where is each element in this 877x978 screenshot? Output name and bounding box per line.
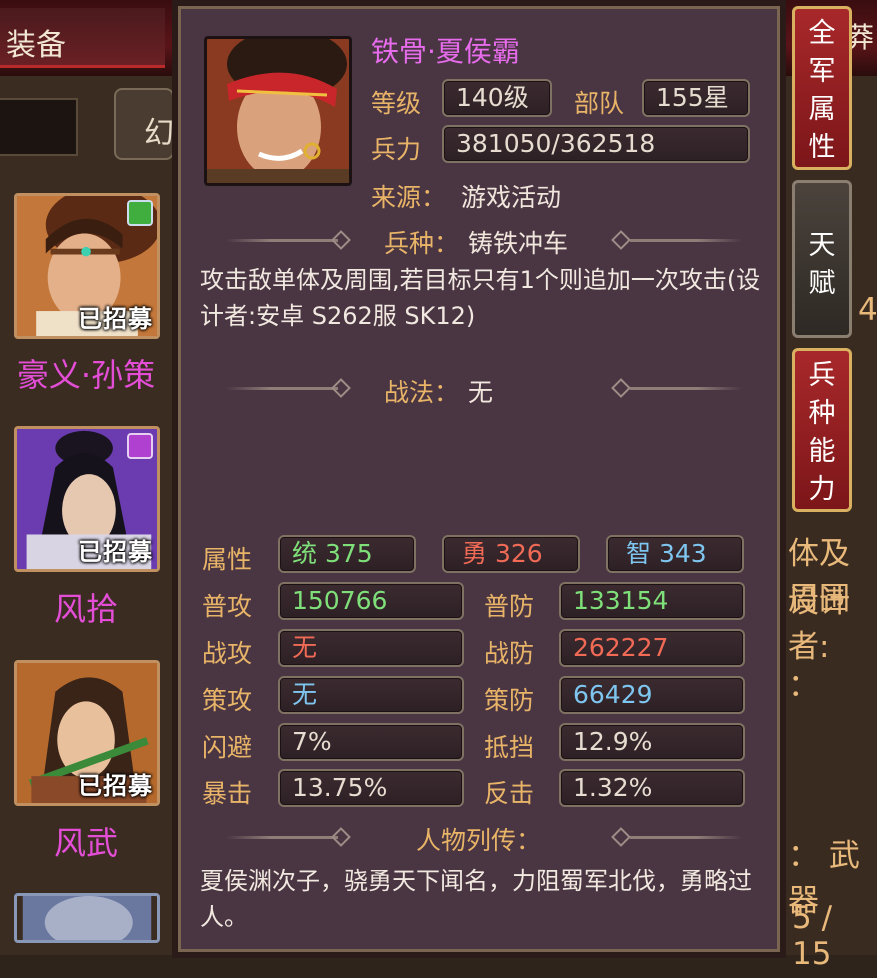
bg-text: ： [788,668,819,704]
army-attributes-char: 全 [808,18,836,49]
unit-ability-char: 种 [808,398,836,429]
stat-value: 无 [278,676,464,714]
stat-label: 策防 [484,686,535,715]
hero-detail-panel: 铁骨·夏侯霸 等级 140级 部队 155星 兵力 381050/362518 … [172,0,786,958]
stat-label: 普攻 [202,592,253,621]
unit-ability-button[interactable]: 兵 种 能 力 [792,348,852,512]
troop-value: 155星 [642,79,750,117]
stat-value: 150766 [278,582,464,620]
unit-ability-char: 力 [808,474,836,505]
army-attributes-char: 属 [808,94,836,125]
divider-line [226,239,338,242]
bg-text: 5 / 15 [792,900,833,972]
stat-label: 闪避 [202,733,253,762]
search-input[interactable] [0,98,78,156]
hero-name: 铁骨·夏侯霸 [371,35,520,68]
divider-line [226,387,338,390]
stat-value: 13.75% [278,769,464,807]
divider-diamond-icon [611,230,631,250]
stat-value: 12.9% [559,723,745,761]
stat-label: 战防 [484,639,535,668]
hero-portrait-partial [22,896,152,940]
hero-card-fengshi[interactable]: 已招募 [14,426,160,572]
divider-diamond-icon [611,378,631,398]
lead-attribute: 统 375 [278,535,416,573]
unit-label: 兵种： [384,229,460,258]
divider-diamond-icon [611,827,631,847]
bg-text: 设计者: [788,584,850,665]
wisdom-attribute: 智 343 [606,535,744,573]
army-attributes-char: 军 [808,56,836,87]
hero-badge-icon [127,433,153,459]
stat-value: 1.32% [559,769,745,807]
divider-diamond-icon [331,378,351,398]
divider-diamond-icon [331,827,351,847]
bottom-bar [0,955,877,978]
source-value: 游戏活动 [461,183,562,212]
talent-char: 赋 [808,268,836,299]
bg-text: 4 [858,292,877,328]
hero-portrait-image [207,39,349,183]
recruited-stamp: 已招募 [78,772,153,800]
stat-label: 抵挡 [484,733,535,762]
stat-label: 反击 [484,779,535,808]
recruited-stamp: 已招募 [78,305,153,333]
hero-badge-icon [127,200,153,226]
level-value: 140级 [442,79,552,117]
stat-value: 无 [278,629,464,667]
stat-value: 262227 [559,629,745,667]
divider-line [630,387,742,390]
army-attributes-char: 性 [808,132,836,163]
hero-name-fengshi: 风拾 [53,590,118,628]
stat-value: 7% [278,723,464,761]
hero-card-sunce[interactable]: 已招募 [14,193,160,339]
divider-line [630,836,742,839]
level-label: 等级 [371,89,422,118]
talent-char: 天 [808,230,836,261]
talent-button[interactable]: 天 赋 [792,180,852,338]
hero-card-partial[interactable] [14,893,160,943]
unit-value: 铸铁冲车 [468,229,569,258]
unit-ability-char: 能 [808,436,836,467]
stat-label: 战攻 [202,639,253,668]
recruited-stamp: 已招募 [78,538,153,566]
biography-label: 人物列传： [416,826,542,855]
tab-equipment[interactable]: 装备 [0,8,165,68]
divider-diamond-icon [331,230,351,250]
tactic-label: 战法： [384,378,460,407]
hero-card-fengwu[interactable]: 已招募 [14,660,160,806]
source-label: 来源： [371,183,447,212]
stat-value: 66429 [559,676,745,714]
hero-name-sunce: 豪义·孙策 [16,356,156,394]
strength-value: 381050/362518 [442,125,750,163]
unit-ability-char: 兵 [808,360,836,391]
divider-line [226,836,338,839]
attributes-label: 属性 [202,545,253,574]
strength-label: 兵力 [371,135,422,164]
stat-label: 暴击 [202,779,253,808]
tactic-value: 无 [468,378,494,407]
phantom-button[interactable]: 幻 [114,88,174,160]
hero-name-fengwu: 风武 [53,824,118,862]
divider-line [630,239,742,242]
stat-label: 策攻 [202,686,253,715]
army-attributes-button[interactable]: 全 军 属 性 [792,6,852,170]
unit-description: 攻击敌单体及周围,若目标只有1个则追加一次攻击(设计者:安卓 S262服 SK1… [200,266,761,330]
stat-value: 133154 [559,582,745,620]
hero-portrait [204,36,352,186]
tab-equipment-label: 装备 [6,28,66,63]
phantom-button-label: 幻 [144,116,174,151]
brave-attribute: 勇 326 [442,535,580,573]
biography-text: 夏侯渊次子，骁勇天下闻名，力阻蜀军北伐，勇略过人。 [200,867,752,931]
troop-label: 部队 [574,89,625,118]
stat-label: 普防 [484,592,535,621]
